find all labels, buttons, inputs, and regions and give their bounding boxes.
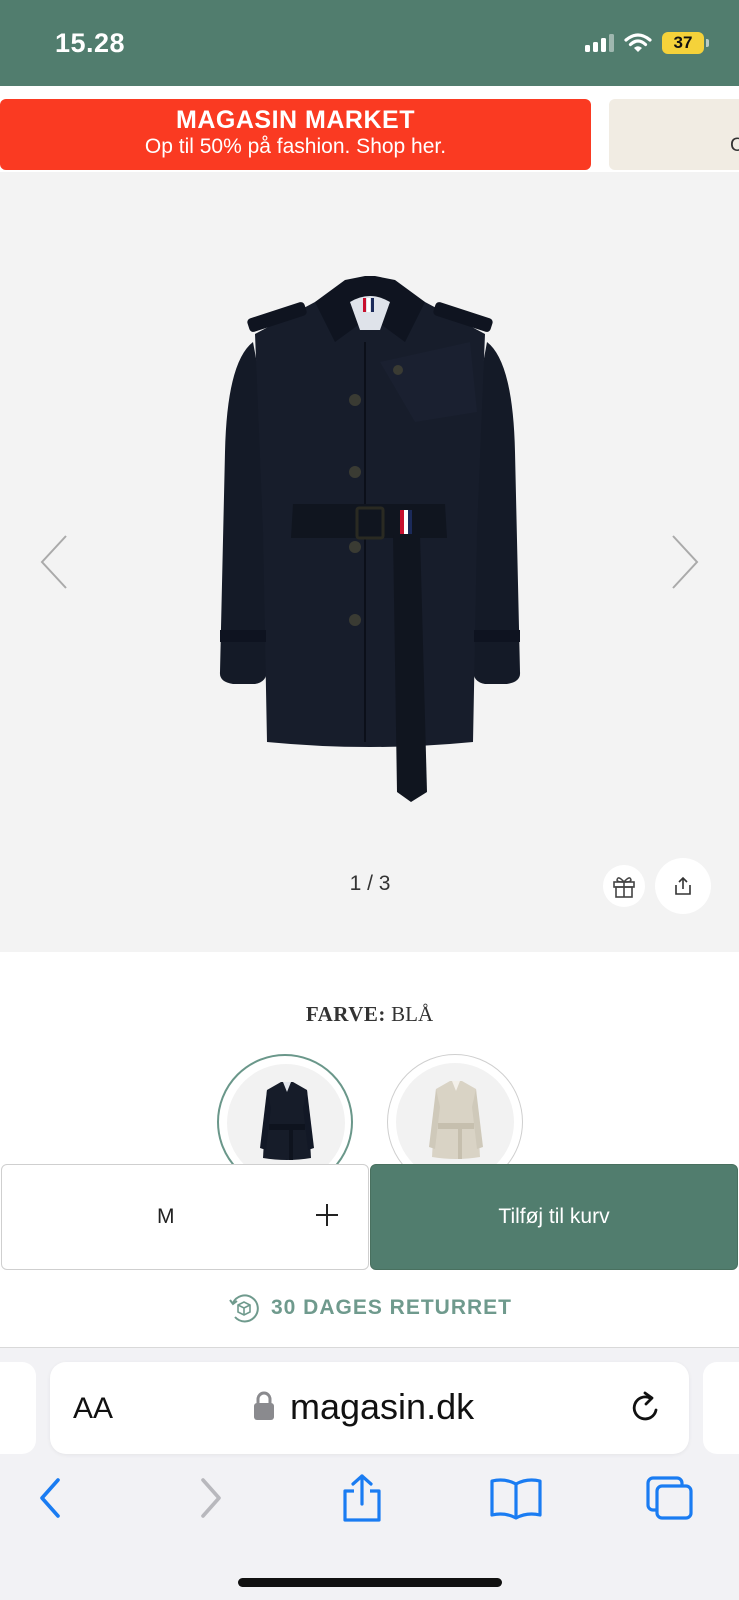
promo-banner-magasin-market[interactable]: MAGASIN MARKET Op til 50% på fashion. Sh… xyxy=(0,99,591,170)
gift-button[interactable] xyxy=(603,865,645,907)
chevron-left-icon xyxy=(40,1478,60,1518)
status-time: 15.28 xyxy=(55,28,126,58)
gallery-counter: 1 / 3 xyxy=(349,872,391,895)
size-selector[interactable]: M xyxy=(1,1164,369,1270)
plus-icon[interactable] xyxy=(314,1202,340,1228)
forward-button[interactable] xyxy=(183,1472,239,1524)
back-button[interactable] xyxy=(22,1472,78,1524)
return-box-icon xyxy=(229,1294,259,1323)
share-page-button[interactable] xyxy=(334,1472,390,1524)
add-to-cart-button[interactable]: Tilføj til kurv xyxy=(370,1164,738,1270)
next-tab-preview[interactable] xyxy=(703,1362,739,1454)
share-icon xyxy=(343,1474,381,1522)
lock-icon xyxy=(254,1391,274,1420)
color-label-value: BLÅ xyxy=(391,1002,434,1026)
tabs-button[interactable] xyxy=(642,1472,698,1524)
color-label: FARVE: BLÅ xyxy=(0,1002,739,1027)
chevron-left-icon[interactable] xyxy=(36,532,72,592)
status-icons: 37 xyxy=(585,30,709,56)
previous-tab-preview[interactable] xyxy=(0,1362,36,1454)
size-value: M xyxy=(157,1205,175,1228)
returns-info: 30 DAGES RETURRET xyxy=(0,1290,739,1326)
swatch-image-navy-coat xyxy=(260,1082,314,1160)
battery-level: 37 xyxy=(662,32,704,54)
product-image-coat xyxy=(219,276,521,802)
book-icon xyxy=(490,1478,542,1520)
promo-carousel: MAGASIN MARKET Op til 50% på fashion. Sh… xyxy=(0,86,739,172)
chevron-right-icon[interactable] xyxy=(667,532,703,592)
chevron-right-icon xyxy=(201,1478,221,1518)
wifi-icon xyxy=(624,33,652,52)
battery-icon: 37 xyxy=(662,32,709,54)
signal-icon xyxy=(585,34,614,52)
gift-icon xyxy=(613,877,635,898)
address-bar[interactable]: AA magasin.dk xyxy=(50,1362,689,1454)
promo-title: MAGASIN MARKET xyxy=(176,106,415,134)
reload-icon[interactable] xyxy=(628,1390,664,1426)
status-bar: 15.28 37 xyxy=(0,0,739,86)
bookmarks-button[interactable] xyxy=(488,1472,544,1524)
swatch-image-beige-coat xyxy=(429,1081,483,1159)
product-gallery[interactable]: 1 / 3 xyxy=(0,172,739,952)
promo-banner-next[interactable]: C xyxy=(609,99,739,170)
share-icon xyxy=(675,876,691,895)
reader-aa-button[interactable]: AA xyxy=(73,1392,113,1426)
share-button[interactable] xyxy=(655,858,711,914)
url-text[interactable]: magasin.dk xyxy=(290,1386,474,1428)
promo-banner-next-text: C xyxy=(730,135,739,156)
browser-chrome: AA magasin.dk xyxy=(0,1348,739,1600)
color-label-key: FARVE: xyxy=(305,1002,386,1026)
home-indicator xyxy=(238,1578,502,1587)
tabs-icon xyxy=(646,1476,693,1520)
promo-subtitle: Op til 50% på fashion. Shop her. xyxy=(144,135,447,158)
returns-text: 30 DAGES RETURRET xyxy=(270,1296,513,1319)
